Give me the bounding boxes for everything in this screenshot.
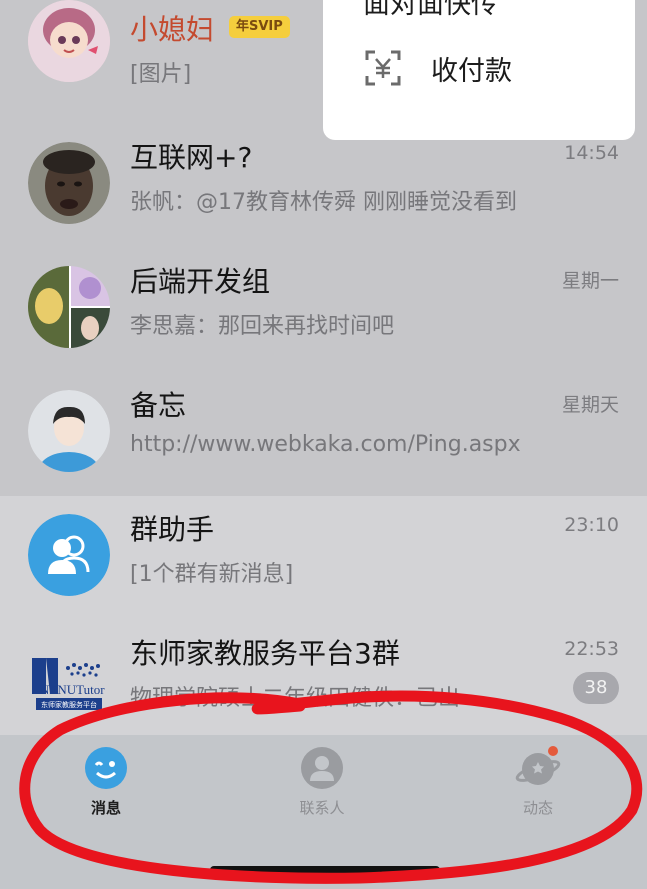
contacts-icon (299, 745, 345, 791)
popup-item-label: 收付款 (431, 55, 512, 87)
conversation-preview: [1个群有新消息] (130, 562, 294, 587)
plus-popup-menu: 面对面快传 收付款 (323, 0, 635, 140)
anime-girl-avatar (28, 0, 110, 82)
message-icon (83, 745, 129, 791)
popup-item-payment[interactable]: 收付款 (363, 48, 512, 88)
popup-item-face-to-face-transfer[interactable]: 面对面快传 (363, 0, 498, 21)
scan-yuan-icon (363, 48, 403, 88)
conversation-row[interactable]: 群助手 [1个群有新消息] 23:10 (0, 496, 647, 620)
conversation-preview: 物理学院硕士二年级田健佚：已出 (130, 686, 461, 711)
conversation-row[interactable]: 后端开发组 李思嘉：那回来再找时间吧 星期一 (0, 248, 647, 372)
nenu-tutor-logo: NENUTutor 东师家教服务平台 (28, 638, 110, 720)
face-photo-avatar (28, 142, 110, 224)
conversation-time: 22:53 (564, 638, 619, 660)
conversation-row[interactable]: 备忘 http://www.webkaka.com/Ping.aspx 星期天 (0, 372, 647, 496)
conversation-name: 东师家教服务平台3群 (130, 637, 400, 670)
conversation-name: 互联网+? (130, 141, 253, 174)
unread-count-badge: 38 (573, 672, 619, 704)
conversation-preview: 张帆：@17教育林传舜 刚刚睡觉没看到 (130, 190, 517, 215)
logo-brand-text: NENUTutor (40, 682, 105, 697)
notification-dot (548, 746, 558, 756)
conversation-name: 群助手 (130, 513, 215, 546)
tab-label: 联系人 (299, 799, 345, 817)
conversation-time: 14:54 (564, 142, 619, 164)
tab-messages[interactable]: 消息 (46, 745, 166, 818)
default-person-avatar (28, 390, 110, 472)
tab-label: 消息 (90, 799, 121, 817)
conversation-row[interactable]: NENUTutor 东师家教服务平台 东师家教服务平台3群 物理学院硕士二年级田… (0, 620, 647, 744)
conversation-name: 小媳妇 (130, 13, 215, 46)
group-collage-avatar (28, 266, 110, 348)
conversation-time: 星期天 (561, 394, 619, 416)
conversation-preview: 李思嘉：那回来再找时间吧 (130, 314, 395, 339)
tab-moments[interactable]: 动态 (478, 745, 598, 818)
conversation-row[interactable]: 互联网+? 张帆：@17教育林传舜 刚刚睡觉没看到 14:54 (0, 124, 647, 248)
vip-badge: 年SVIP (229, 16, 290, 38)
planet-icon (515, 745, 561, 791)
tab-label: 动态 (522, 799, 553, 817)
conversation-time: 23:10 (564, 514, 619, 536)
group-assistant-icon (28, 514, 110, 596)
conversation-preview: http://www.webkaka.com/Ping.aspx (130, 432, 521, 457)
logo-subtitle-text: 东师家教服务平台 (41, 700, 97, 709)
tab-contacts[interactable]: 联系人 (262, 745, 382, 818)
conversation-time: 星期一 (561, 270, 619, 292)
conversation-name: 备忘 (130, 389, 187, 422)
home-indicator (210, 866, 440, 874)
conversation-name: 后端开发组 (130, 265, 271, 298)
